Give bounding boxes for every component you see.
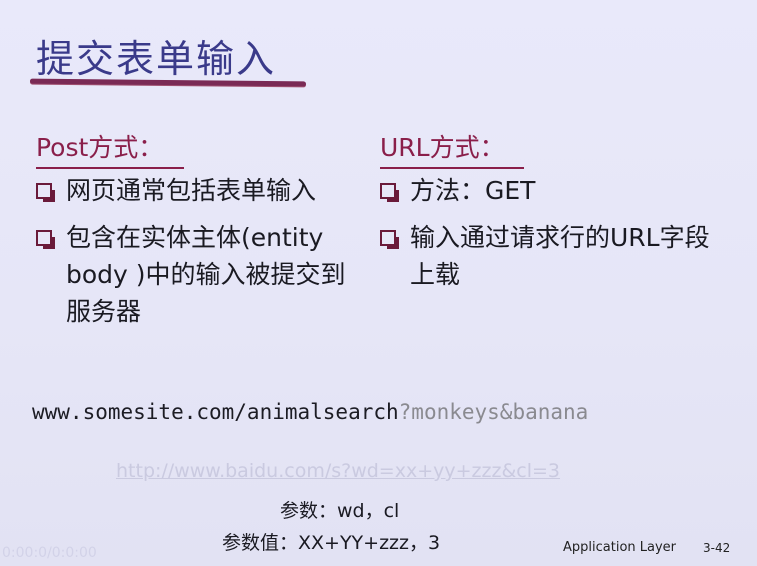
url-bullet-list: 方法：GET 输入通过请求行的URL字段上载 [380, 172, 710, 303]
hollow-square-bullet-icon [36, 230, 55, 249]
url-method-heading: URL方式： [380, 128, 524, 169]
post-method-heading: Post方式： [36, 128, 184, 169]
param-values-line: 参数值：XX+YY+zzz，3 [222, 532, 441, 554]
params-line: 参数：wd，cl [280, 500, 400, 522]
example-url: www.somesite.com/animalsearch?monkeys&ba… [32, 400, 588, 424]
hollow-square-bullet-icon [380, 183, 399, 202]
video-timestamp-watermark: 0:00:0/0:0:00 [2, 545, 97, 561]
list-item: 方法：GET [380, 172, 710, 209]
page-number: 3-42 [703, 541, 731, 555]
list-item: 输入通过请求行的URL字段上载 [380, 219, 710, 293]
hollow-square-bullet-icon [380, 230, 399, 249]
bullet-text: 输入通过请求行的URL字段上载 [410, 223, 710, 289]
bullet-text: 方法：GET [410, 176, 536, 205]
post-bullet-list: 网页通常包括表单输入 包含在实体主体(entity body )中的输入被提交到… [36, 172, 346, 340]
hollow-square-bullet-icon [36, 183, 55, 202]
faded-example-link[interactable]: http://www.baidu.com/s?wd=xx+yy+zzz&cl=3 [116, 460, 560, 482]
list-item: 包含在实体主体(entity body )中的输入被提交到服务器 [36, 219, 346, 330]
bullet-text: 包含在实体主体(entity body )中的输入被提交到服务器 [66, 223, 346, 326]
slide-title: 提交表单输入 [36, 37, 277, 81]
url-query: ?monkeys&banana [398, 400, 589, 424]
bullet-text: 网页通常包括表单输入 [66, 176, 317, 205]
list-item: 网页通常包括表单输入 [36, 172, 346, 209]
footer-label: Application Layer [563, 540, 677, 555]
url-path: www.somesite.com/animalsearch [32, 400, 399, 424]
